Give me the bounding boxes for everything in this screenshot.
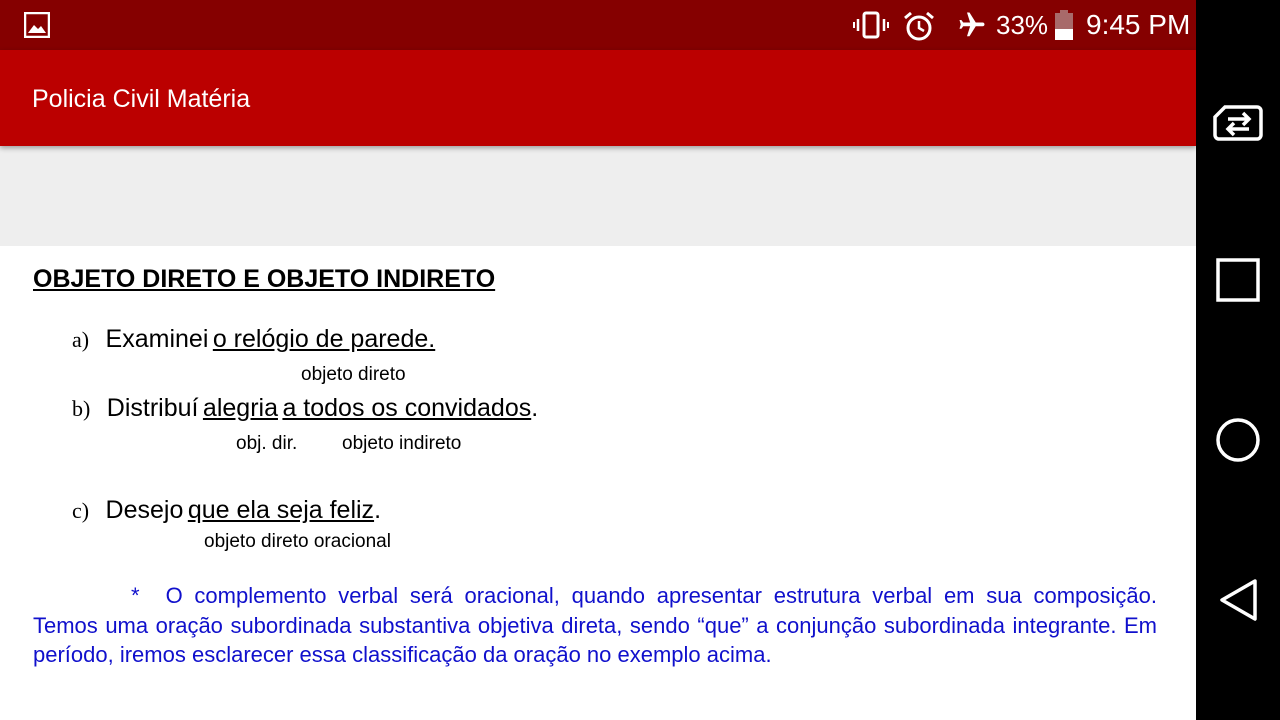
- note-paragraph: * O complemento verbal será oracional, qu…: [33, 581, 1157, 670]
- switch-sim-icon: [1213, 104, 1263, 141]
- item-verb: Examinei: [105, 325, 209, 353]
- gallery-icon: [24, 12, 50, 38]
- list-item: a) Examinei o relógio de parede.: [72, 325, 435, 354]
- battery-icon: [1055, 10, 1073, 40]
- object-label: objeto direto: [301, 364, 406, 385]
- back-button[interactable]: [1196, 572, 1280, 628]
- clock: 9:45 PM: [1086, 9, 1191, 40]
- item-object-indirect: a todos os convidados: [282, 394, 532, 422]
- note-marker: *: [131, 583, 140, 608]
- item-object: que ela seja feliz: [187, 496, 375, 524]
- battery-percent: 33%: [996, 10, 1049, 40]
- recents-icon: [1216, 258, 1260, 302]
- back-icon: [1220, 579, 1257, 621]
- item-end: .: [531, 394, 539, 422]
- object-label: objeto direto oracional: [204, 531, 391, 552]
- item-letter: c): [72, 498, 90, 523]
- list-item: b) Distribuí alegria a todos os convidad…: [72, 394, 538, 423]
- recents-button[interactable]: [1196, 252, 1280, 308]
- item-object: o relógio de parede.: [212, 325, 436, 353]
- home-icon: [1216, 418, 1260, 462]
- item-verb: Distribuí: [106, 394, 199, 422]
- note-text: O complemento verbal será oracional, qua…: [33, 583, 1157, 667]
- object-label: obj. dir.: [236, 433, 298, 454]
- switch-sim-button[interactable]: [1196, 95, 1280, 150]
- home-button[interactable]: [1196, 412, 1280, 468]
- alarm-icon: [904, 11, 934, 41]
- object-label: objeto indireto: [342, 433, 462, 454]
- document-title: OBJETO DIRETO E OBJETO INDIRETO: [33, 265, 496, 293]
- document-view[interactable]: OBJETO DIRETO E OBJETO INDIRETO a) Exami…: [0, 246, 1196, 720]
- item-object-direct: alegria: [202, 394, 278, 422]
- app-bar: Policia Civil Matéria: [0, 50, 1196, 146]
- app-title: Policia Civil Matéria: [32, 85, 251, 113]
- vibrate-icon: [853, 11, 889, 39]
- item-letter: b): [72, 396, 91, 421]
- ad-placeholder: [0, 146, 1196, 246]
- item-verb: Desejo: [105, 496, 184, 524]
- navigation-bar: [1196, 0, 1280, 720]
- status-bar: 33% 9:45 PM: [0, 0, 1196, 50]
- airplane-mode-icon: [959, 12, 985, 37]
- item-end: .: [374, 496, 382, 524]
- list-item: c) Desejo que ela seja feliz.: [72, 496, 381, 525]
- item-letter: a): [72, 327, 90, 352]
